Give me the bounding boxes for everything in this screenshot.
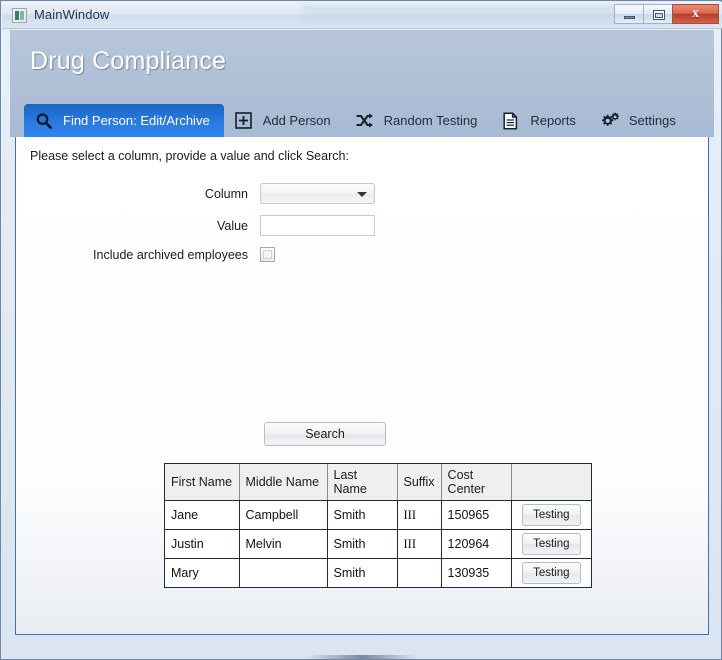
cell-actions: Testing: [511, 558, 592, 587]
column-select[interactable]: [260, 183, 375, 204]
column-header-first-name[interactable]: First Name: [165, 464, 240, 501]
cell-first-name: Justin: [165, 529, 240, 559]
value-input[interactable]: [260, 215, 375, 236]
cell-suffix: [397, 558, 442, 587]
cell-suffix: III: [397, 500, 442, 530]
column-field-row: Column: [42, 183, 375, 204]
cell-cost-center: 120964: [441, 529, 512, 559]
close-icon: x: [692, 6, 699, 21]
table-row[interactable]: Justin Melvin Smith III 120964 Testing: [165, 529, 592, 559]
column-label: Column: [204, 186, 248, 201]
column-header-cost-center[interactable]: Cost Center: [441, 464, 512, 501]
tab-label: Find Person: Edit/Archive: [63, 113, 210, 128]
tab-label: Settings: [628, 113, 676, 128]
find-person-panel: Please select a column, provide a value …: [15, 137, 709, 635]
shuffle-icon: [355, 111, 375, 131]
table-header-row: First Name Middle Name Last Name Suffix …: [165, 464, 592, 501]
search-icon: [34, 111, 54, 131]
chevron-down-icon: [357, 192, 367, 197]
restore-button[interactable]: [643, 4, 673, 24]
close-button[interactable]: x: [672, 4, 719, 24]
cell-cost-center: 150965: [441, 500, 512, 530]
tab-find-person[interactable]: Find Person: Edit/Archive: [24, 104, 224, 137]
document-icon: [501, 111, 521, 131]
value-label: Value: [216, 218, 248, 233]
window-frame: MainWindow x Drug Compliance Find Person…: [0, 0, 722, 660]
window-title: MainWindow: [34, 7, 110, 22]
results-table: First Name Middle Name Last Name Suffix …: [165, 464, 592, 587]
testing-button[interactable]: Testing: [521, 533, 581, 555]
cell-middle-name: [239, 558, 328, 587]
cell-last-name: Smith: [327, 558, 398, 587]
tab-add-person[interactable]: Add Person: [224, 104, 345, 137]
tab-label: Add Person: [262, 113, 331, 128]
cell-cost-center: 130935: [441, 558, 512, 587]
app-header: Drug Compliance Find Person: Edit/Archiv…: [10, 30, 714, 137]
window-shadow-nub: [306, 655, 418, 659]
application-window: MainWindow x Drug Compliance Find Person…: [0, 0, 722, 660]
cell-last-name: Smith: [327, 529, 398, 559]
cell-suffix: III: [397, 529, 442, 559]
page-title: Drug Compliance: [30, 47, 227, 75]
value-field-row: Value: [42, 215, 375, 236]
testing-button[interactable]: Testing: [521, 562, 581, 584]
column-header-suffix[interactable]: Suffix: [397, 464, 442, 501]
tab-bar: Find Person: Edit/Archive Add Person Ran…: [24, 104, 690, 137]
table-row[interactable]: Mary Smith 130935 Testing: [165, 558, 592, 587]
plus-square-icon: [234, 111, 254, 131]
minimize-icon: [624, 16, 635, 19]
tab-random-testing[interactable]: Random Testing: [345, 104, 492, 137]
tab-label: Reports: [530, 113, 576, 128]
minimize-button[interactable]: [614, 4, 644, 24]
search-button[interactable]: Search: [264, 422, 386, 446]
titlebar-background-blur: [302, 5, 662, 27]
cell-middle-name: Campbell: [239, 500, 328, 530]
restore-icon-inner: [655, 13, 663, 18]
cell-actions: Testing: [511, 529, 592, 559]
include-archived-row: Include archived employees: [42, 247, 275, 262]
include-archived-checkbox[interactable]: [260, 247, 275, 262]
tab-settings[interactable]: Settings: [590, 104, 690, 137]
cell-actions: Testing: [511, 500, 592, 530]
column-header-last-name[interactable]: Last Name: [327, 464, 398, 501]
gears-icon: [600, 111, 620, 131]
tab-reports[interactable]: Reports: [491, 104, 590, 137]
column-header-middle-name[interactable]: Middle Name: [239, 464, 328, 501]
cell-first-name: Mary: [165, 558, 240, 587]
title-bar[interactable]: MainWindow x: [2, 2, 722, 29]
include-archived-label: Include archived employees: [93, 247, 248, 262]
cell-last-name: Smith: [327, 500, 398, 530]
column-header-actions: [511, 464, 592, 501]
results-grid: First Name Middle Name Last Name Suffix …: [164, 463, 593, 588]
table-row[interactable]: Jane Campbell Smith III 150965 Testing: [165, 500, 592, 530]
window-controls: x: [614, 4, 719, 24]
cell-middle-name: Melvin: [239, 529, 328, 559]
tab-label: Random Testing: [383, 113, 478, 128]
cell-first-name: Jane: [165, 500, 240, 530]
instructions-text: Please select a column, provide a value …: [30, 149, 349, 163]
app-icon: [12, 8, 27, 23]
testing-button[interactable]: Testing: [521, 504, 581, 526]
